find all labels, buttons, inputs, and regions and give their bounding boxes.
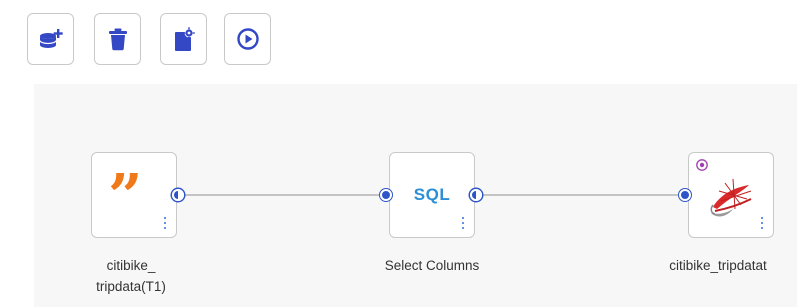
node-label-source-line2: tripdata(T1) [96,279,166,294]
node-label-transform: Select Columns [384,258,480,273]
flow-node-target[interactable] [688,152,774,238]
run-button[interactable] [224,13,271,65]
node-label-source: citibike_ tripdata(T1) [66,255,196,297]
node-menu-icon[interactable] [758,217,766,229]
sql-icon: SQL [413,185,451,204]
node-menu-icon[interactable] [161,217,169,229]
add-datasource-button[interactable] [27,13,74,65]
node-menu-icon[interactable] [459,217,467,229]
file-settings-button[interactable] [160,13,207,65]
delete-button[interactable] [94,13,141,65]
play-circle-icon [236,28,259,50]
input-port[interactable] [679,189,691,201]
toolbar [0,0,797,84]
output-port[interactable] [172,189,184,201]
sql-server-icon [710,178,752,217]
quote-icon: ” [108,162,142,232]
node-label-target: citibike_tripdatat [669,258,767,273]
flow-edge-transform-target[interactable] [479,194,685,196]
database-plus-icon [38,29,63,48]
file-gear-icon [174,27,195,51]
input-port[interactable] [380,189,392,201]
flow-node-source[interactable]: ” [91,152,177,238]
flow-node-transform[interactable]: SQL [389,152,475,238]
node-label-source-line1: citibike_ [106,258,156,273]
output-port[interactable] [470,189,482,201]
trash-icon [108,28,127,51]
flow-edge-source-transform[interactable] [182,194,385,196]
